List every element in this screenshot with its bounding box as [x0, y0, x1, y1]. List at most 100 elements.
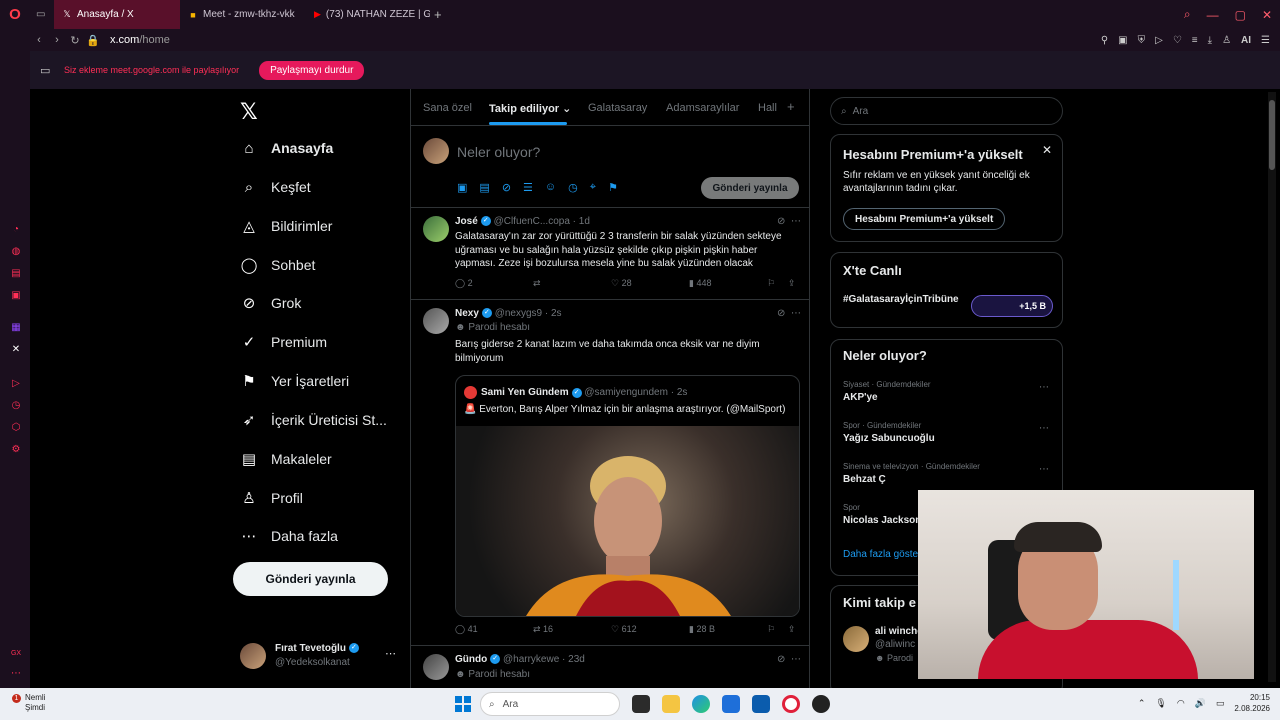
sidebar-player-icon[interactable]: ▣: [10, 290, 22, 302]
views-button[interactable]: ▮ 28 B: [689, 624, 715, 635]
stack-icon[interactable]: ≡: [1192, 35, 1198, 46]
nav-bookmarks[interactable]: ⚑ Yer İşaretleri: [240, 366, 349, 396]
sidebar-gx-icon[interactable]: GX: [10, 648, 22, 660]
reply-button[interactable]: ◯ 2: [455, 278, 473, 289]
nav-profile[interactable]: ♙ Profil: [240, 483, 303, 513]
like-button[interactable]: ♡ 28: [611, 278, 632, 289]
sidebar-x-icon[interactable]: ✕: [10, 344, 22, 356]
account-icon[interactable]: ♙: [1222, 35, 1231, 46]
forward-button[interactable]: ›: [48, 34, 66, 46]
app-icon[interactable]: [812, 695, 830, 713]
tweet-handle[interactable]: @ClfuenC...copa: [494, 216, 570, 227]
opera-taskbar-icon[interactable]: [782, 695, 800, 713]
schedule-icon[interactable]: ◷: [568, 181, 578, 194]
add-tab-button[interactable]: +: [787, 99, 795, 114]
menu-icon[interactable]: ☰: [1261, 35, 1270, 46]
share-icon[interactable]: ⇪: [788, 624, 796, 635]
sidebar-settings-icon[interactable]: ⚙: [10, 444, 22, 456]
start-icon[interactable]: [455, 696, 471, 712]
taskbar-search[interactable]: ⌕ Ara: [480, 692, 620, 716]
sidebar-messenger-icon[interactable]: ◍: [10, 246, 22, 258]
shield-icon[interactable]: ⛨: [1138, 35, 1146, 46]
volume-icon[interactable]: 🔊: [1195, 698, 1206, 709]
search-input[interactable]: ⌕ Ara: [830, 97, 1063, 125]
nav-articles[interactable]: ▤ Makaleler: [240, 444, 332, 474]
clock[interactable]: 20:15 2.08.2026: [1234, 692, 1270, 714]
weather-widget[interactable]: 1 Nemli Şimdi: [12, 693, 72, 712]
chevron-up-icon[interactable]: ⌃: [1138, 698, 1146, 709]
tab-for-you[interactable]: Sana özel: [423, 102, 472, 114]
quoted-tweet[interactable]: Sami Yen Gündem ✓ @samiyengundem · 2s 🚨 E…: [455, 375, 800, 617]
quote-photo[interactable]: [456, 426, 799, 616]
nav-premium[interactable]: ✓ Premium: [240, 327, 327, 357]
task-view-icon[interactable]: [632, 695, 650, 713]
tab-search-icon[interactable]: ⌕: [1184, 7, 1191, 22]
x-logo-icon[interactable]: 𝕏: [240, 99, 258, 125]
url-field[interactable]: x.com/home: [110, 34, 170, 46]
tab-meet[interactable]: ■ Meet - zmw-tkhz-vkk: [180, 0, 306, 29]
sidebar-history-icon[interactable]: ◷: [10, 400, 22, 412]
tweet-handle[interactable]: @nexygs9: [495, 308, 542, 319]
live-hashtag[interactable]: #GalatasarayİçinTribüne: [843, 293, 961, 306]
scrollbar-thumb[interactable]: [1269, 100, 1275, 170]
tab-galatasaray[interactable]: Galatasaray: [588, 102, 647, 114]
bookmark-icon[interactable]: ⚐: [767, 278, 775, 289]
outlook-icon[interactable]: [722, 695, 740, 713]
more-icon[interactable]: ⋯: [1039, 464, 1049, 475]
nav-explore[interactable]: ⌕ Keşfet: [240, 172, 311, 202]
compose-input[interactable]: Neler oluyor?: [457, 144, 540, 160]
compose-post-button[interactable]: Gönderi yayınla: [701, 177, 799, 199]
nav-chat[interactable]: ◯ Sohbet: [240, 250, 316, 280]
flag-icon[interactable]: ⚑: [608, 181, 618, 194]
media-icon[interactable]: ▣: [457, 181, 467, 194]
avatar[interactable]: [843, 626, 869, 652]
show-more-link[interactable]: Daha fazla göste: [843, 549, 918, 560]
more-icon[interactable]: ⋯: [1039, 382, 1049, 393]
minimize-button[interactable]: —: [1207, 8, 1219, 22]
more-icon[interactable]: ⋯: [385, 647, 396, 660]
tweet-author[interactable]: Nexy: [455, 308, 479, 319]
play-icon[interactable]: ▷: [1155, 35, 1163, 46]
back-button[interactable]: ‹: [30, 34, 48, 46]
edge-icon[interactable]: [692, 695, 710, 713]
trend-item[interactable]: Siyaset · Gündemdekiler AKP'ye ⋯: [843, 380, 1053, 410]
sidebar-chat-icon[interactable]: ▤: [10, 268, 22, 280]
trend-item[interactable]: Sinema ve televizyon · Gündemdekiler Beh…: [843, 462, 1053, 492]
stop-sharing-button[interactable]: Paylaşmayı durdur: [259, 60, 365, 80]
pin-icon[interactable]: ⚲: [1101, 35, 1108, 46]
sidebar-more-icon[interactable]: ⋯: [10, 668, 22, 680]
new-tab-button[interactable]: +: [434, 7, 442, 22]
wifi-icon[interactable]: ◠: [1177, 698, 1185, 709]
more-icon[interactable]: ⋯: [791, 216, 801, 227]
tweet[interactable]: José ✓ @ClfuenC...copa · 1d ⊘ ⋯ Galatasar…: [411, 208, 809, 300]
retweet-button[interactable]: ⇄ 16: [533, 624, 553, 635]
tab-x-home[interactable]: 𝕏 Anasayfa / X: [54, 0, 180, 29]
grok-icon[interactable]: ⊘: [777, 308, 785, 319]
workspaces-icon[interactable]: ▭: [30, 0, 54, 29]
like-button[interactable]: ♡ 612: [611, 624, 637, 635]
bookmark-icon[interactable]: ⚐: [767, 624, 775, 635]
microphone-icon[interactable]: 🎙: [1155, 698, 1166, 709]
tweet-author[interactable]: José: [455, 216, 478, 227]
tweet[interactable]: Gündo ✓ @harrykewe · 23d ⊘ ⋯ ☻ Parodi hes…: [411, 646, 809, 688]
tweet-author[interactable]: Gündo: [455, 654, 487, 665]
more-icon[interactable]: ⋯: [791, 308, 801, 319]
grok-icon[interactable]: ⊘: [502, 181, 511, 194]
grok-icon[interactable]: ⊘: [777, 216, 785, 227]
more-icon[interactable]: ⋯: [1039, 423, 1049, 434]
tab-hall[interactable]: Hall: [758, 102, 777, 114]
nav-home[interactable]: ⌂ Anasayfa: [240, 133, 333, 163]
ai-button[interactable]: AI: [1241, 35, 1251, 46]
location-icon[interactable]: ⌖: [590, 181, 596, 194]
nav-more[interactable]: ⋯ Daha fazla: [240, 521, 338, 551]
sidebar-aria-icon[interactable]: ◔: [10, 224, 22, 236]
store-icon[interactable]: [752, 695, 770, 713]
follow-name[interactable]: ali winche: [875, 626, 923, 637]
nav-grok[interactable]: ⊘ Grok: [240, 288, 302, 318]
battery-icon[interactable]: ▭: [1216, 698, 1225, 709]
tab-adamsaraylilar[interactable]: Adamsaraylılar: [666, 102, 739, 114]
tweet-time[interactable]: 2s: [551, 308, 562, 319]
reply-button[interactable]: ◯ 41: [455, 624, 478, 635]
grok-icon[interactable]: ⊘: [777, 654, 785, 665]
premium-upgrade-button[interactable]: Hesabını Premium+'a yükselt: [843, 208, 1006, 230]
